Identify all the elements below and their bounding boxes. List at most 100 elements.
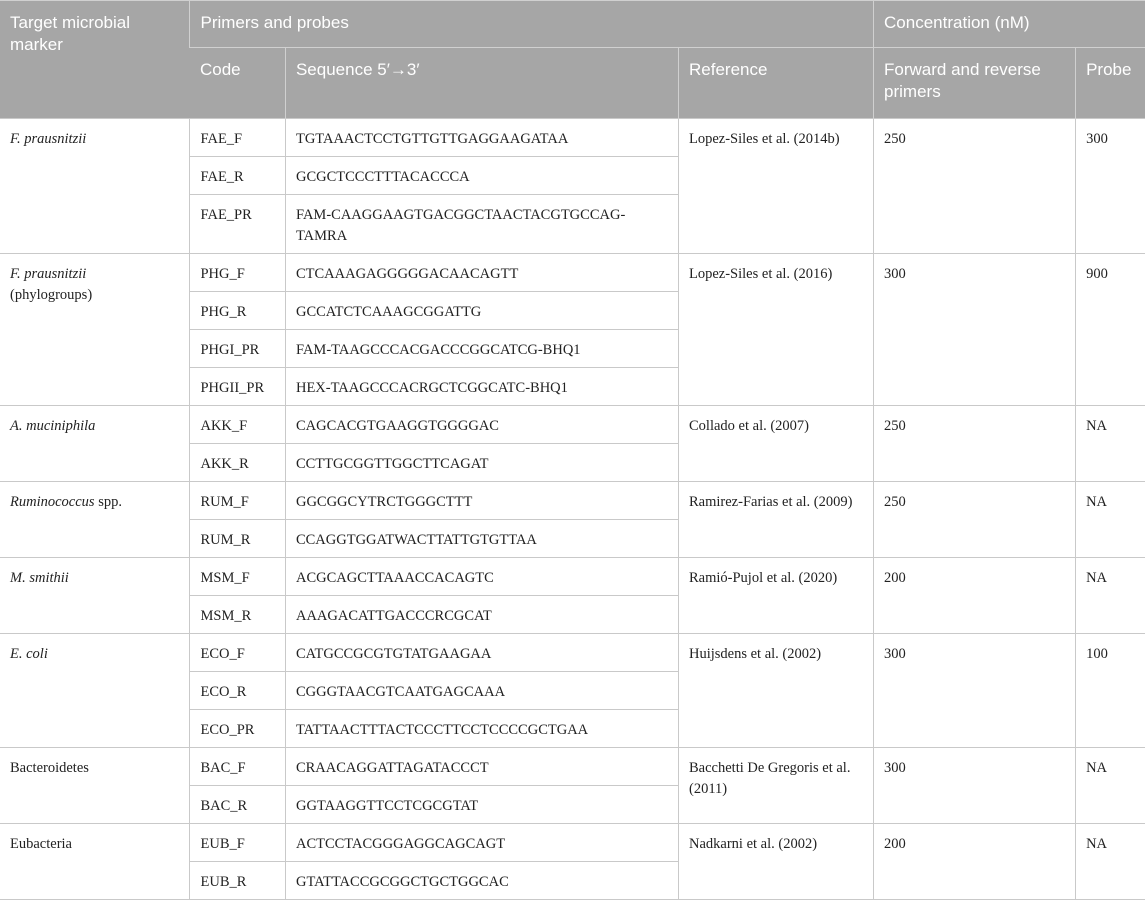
primer-sequence: FAM-CAAGGAAGTGACGGCTAACTACGTGCCAG-TAMRA — [284, 194, 679, 254]
target-marker-cell: Eubacteria — [0, 823, 191, 900]
probe-concentration-cell: NA — [1075, 823, 1145, 900]
primer-sequence: CCTTGCGGTTGGCTTCAGAT — [284, 443, 679, 482]
primer-concentration-cell: 300 — [873, 747, 1077, 824]
primer-code: RUM_F — [189, 481, 286, 520]
header-forward-reverse-primers: Forward and reverse primers — [873, 47, 1076, 119]
primer-sequence: GGTAAGGTTCCTCGCGTAT — [284, 785, 679, 824]
primer-code: RUM_R — [189, 519, 286, 558]
table-header: Target microbial marker Primers and prob… — [0, 0, 1145, 119]
probe-concentration-cell: NA — [1075, 747, 1145, 824]
probe-concentration-cell: NA — [1075, 557, 1145, 634]
target-marker-cell: F. prausnitzii — [0, 118, 191, 254]
target-marker-name: M. smithii — [10, 570, 69, 586]
primer-concentration-cell: 300 — [873, 253, 1077, 406]
primer-code: FAE_F — [189, 118, 286, 157]
primer-code: EUB_F — [189, 823, 286, 862]
primer-sequence: TGTAAACTCCTGTTGTTGAGGAAGATAA — [284, 118, 680, 157]
primer-sequence: GTATTACCGCGGCTGCTGGCAC — [284, 861, 679, 900]
primer-sequence: CAGCACGTGAAGGTGGGGAC — [284, 405, 680, 444]
primers-table: Target microbial marker Primers and prob… — [0, 0, 1145, 900]
primer-code: PHG_F — [189, 253, 286, 292]
target-marker-name: E. coli — [10, 646, 48, 662]
target-marker-cell: Bacteroidetes — [0, 747, 191, 824]
header-code: Code — [189, 47, 286, 119]
header-sequence: Sequence 5′→3′ — [284, 47, 679, 119]
primer-sequence: CTCAAAGAGGGGGACAACAGTT — [284, 253, 680, 292]
primer-code: PHG_R — [189, 291, 286, 330]
probe-concentration-cell: 100 — [1075, 633, 1145, 748]
reference-cell: Huijsdens et al. (2002) — [677, 633, 875, 748]
header-target-marker: Target microbial marker — [0, 0, 190, 119]
primer-sequence: ACGCAGCTTAAACCACAGTC — [284, 557, 680, 596]
table-body: F. prausnitzii FAE_F TGTAAACTCCTGTTGTTGAGG… — [0, 118, 1145, 900]
target-marker-cell: F. prausnitzii (phylogroups) — [0, 253, 191, 406]
target-marker-name: Ruminococcus — [10, 494, 95, 510]
table-row: Ruminococcus spp. RUM_F GGCGGCYTRCTGGGCTTT… — [0, 481, 1145, 558]
primer-code: AKK_F — [189, 405, 286, 444]
probe-concentration-cell: 300 — [1075, 118, 1145, 254]
target-marker-cell: E. coli — [0, 633, 191, 748]
table-row: F. prausnitzii (phylogroups) PHG_F CTCAAAGA… — [0, 253, 1145, 406]
primer-concentration-cell: 250 — [873, 405, 1077, 482]
primer-code: PHGII_PR — [189, 367, 286, 406]
reference-cell: Nadkarni et al. (2002) — [677, 823, 875, 900]
target-marker-name: Eubacteria — [10, 836, 72, 852]
primer-code: MSM_F — [189, 557, 286, 596]
header-probe: Probe — [1075, 47, 1145, 119]
probe-concentration-cell: 900 — [1075, 253, 1145, 406]
primer-code: ECO_F — [189, 633, 286, 672]
target-marker-name: F. prausnitzii — [10, 266, 87, 282]
target-marker-cell: Ruminococcus spp. — [0, 481, 191, 558]
primer-code: FAE_PR — [189, 194, 286, 254]
table-row: M. smithii MSM_F ACGCAGCTTAAACCACAGTC Ramió… — [0, 557, 1145, 634]
primer-concentration-cell: 300 — [873, 633, 1077, 748]
primer-sequence: HEX-TAAGCCCACRGCTCGGCATC-BHQ1 — [284, 367, 679, 406]
primer-sequence: ACTCCTACGGGAGGCAGCAGT — [284, 823, 680, 862]
target-marker-cell: M. smithii — [0, 557, 191, 634]
probe-concentration-cell: NA — [1075, 405, 1145, 482]
primer-sequence: CGGGTAACGTCAATGAGCAAA — [284, 671, 679, 710]
target-marker-cell: A. muciniphila — [0, 405, 191, 482]
primer-code: AKK_R — [189, 443, 286, 482]
primer-sequence: CRAACAGGATTAGATACCCT — [284, 747, 680, 786]
reference-cell: Bacchetti De Gregoris et al. (2011) — [677, 747, 875, 824]
table-row: Eubacteria EUB_F ACTCCTACGGGAGGCAGCAGT Nadk… — [0, 823, 1145, 900]
primer-sequence: FAM-TAAGCCCACGACCCGGCATCG-BHQ1 — [284, 329, 679, 368]
primer-sequence: AAAGACATTGACCCRCGCAT — [284, 595, 679, 634]
target-marker-name: Bacteroidetes — [10, 760, 89, 776]
primer-sequence: CATGCCGCGTGTATGAAGAA — [284, 633, 680, 672]
primer-code: ECO_R — [189, 671, 286, 710]
primer-code: BAC_F — [189, 747, 286, 786]
primer-sequence: CCAGGTGGATWACTTATTGTGTTAA — [284, 519, 679, 558]
primer-sequence: GCGCTCCCTTTACACCCA — [284, 156, 679, 195]
reference-cell: Collado et al. (2007) — [677, 405, 875, 482]
target-marker-name: F. prausnitzii — [10, 131, 87, 147]
header-concentration: Concentration (nM) — [873, 0, 1145, 48]
primer-code: MSM_R — [189, 595, 286, 634]
probe-concentration-cell: NA — [1075, 481, 1145, 558]
target-marker-suffix: spp. — [94, 494, 122, 510]
primer-code: EUB_R — [189, 861, 286, 900]
primer-concentration-cell: 250 — [873, 118, 1077, 254]
reference-cell: Lopez-Siles et al. (2014b) — [677, 118, 875, 254]
primer-concentration-cell: 250 — [873, 481, 1077, 558]
primer-sequence: GGCGGCYTRCTGGGCTTT — [284, 481, 680, 520]
primer-code: BAC_R — [189, 785, 286, 824]
header-primers-probes: Primers and probes — [189, 0, 874, 48]
primer-code: ECO_PR — [189, 709, 286, 748]
table-row: Bacteroidetes BAC_F CRAACAGGATTAGATACCCT Ba… — [0, 747, 1145, 824]
reference-cell: Ramirez-Farias et al. (2009) — [677, 481, 875, 558]
table-row: F. prausnitzii FAE_F TGTAAACTCCTGTTGTTGAGG… — [0, 118, 1145, 254]
table-row: E. coli ECO_F CATGCCGCGTGTATGAAGAA Huijsden… — [0, 633, 1145, 748]
reference-cell: Ramió-Pujol et al. (2020) — [677, 557, 875, 634]
reference-cell: Lopez-Siles et al. (2016) — [677, 253, 875, 406]
header-reference: Reference — [677, 47, 874, 119]
primer-code: FAE_R — [189, 156, 286, 195]
primer-code: PHGI_PR — [189, 329, 286, 368]
target-marker-name: A. muciniphila — [10, 418, 96, 434]
primer-sequence: GCCATCTCAAAGCGGATTG — [284, 291, 679, 330]
table-row: A. muciniphila AKK_F CAGCACGTGAAGGTGGGGAC C… — [0, 405, 1145, 482]
primer-concentration-cell: 200 — [873, 557, 1077, 634]
primer-sequence: TATTAACTTTACTCCCTTCCTCCCCGCTGAA — [284, 709, 679, 748]
target-marker-suffix: (phylogroups) — [10, 287, 93, 303]
